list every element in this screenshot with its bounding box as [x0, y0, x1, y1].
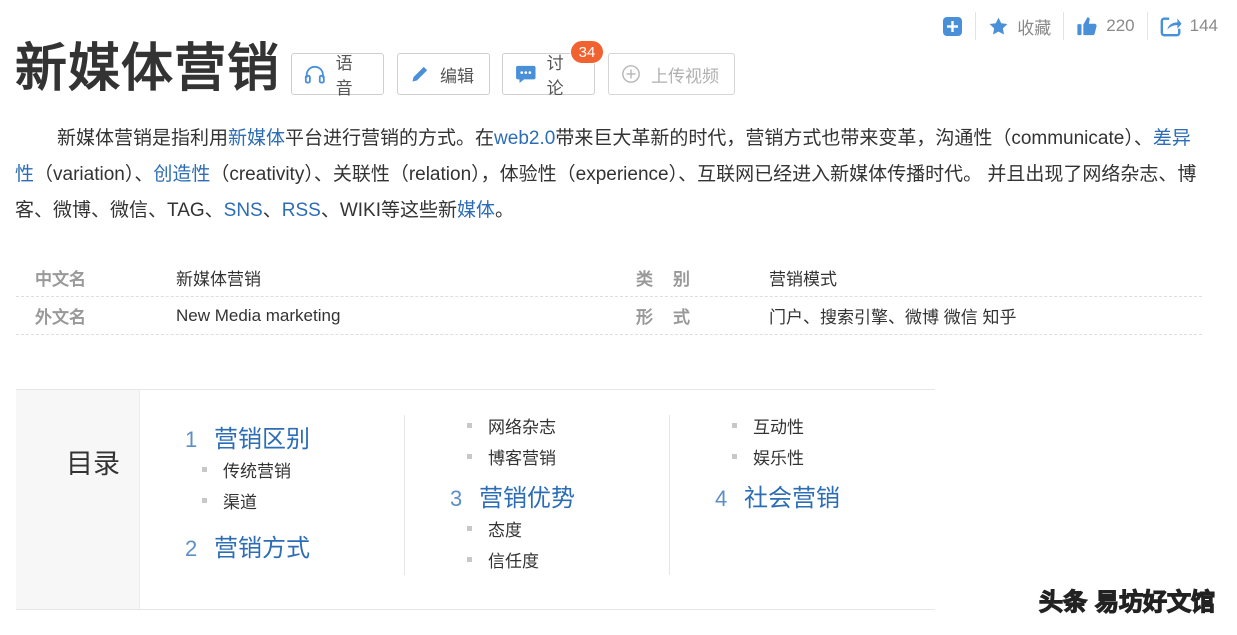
upload-video-button[interactable]: 上传视频 [608, 53, 735, 95]
catalog-subitem[interactable]: 信任度 [450, 544, 575, 575]
star-icon [989, 17, 1008, 35]
catalog-sublabel: 信任度 [488, 552, 539, 571]
catalog-subitem[interactable]: 娱乐性 [715, 441, 840, 472]
summary-text: 。 [495, 200, 515, 221]
pencil-icon [412, 66, 428, 82]
headphones-icon [304, 65, 325, 84]
bullet-icon [467, 454, 472, 459]
catalog-subitem[interactable]: 态度 [450, 513, 575, 544]
add-button[interactable] [930, 12, 975, 40]
info-value: New Media marketing [176, 305, 341, 325]
bullet-icon [202, 467, 207, 472]
catalog-column-3: 互动性 娱乐性 4 社会营销 [715, 410, 840, 513]
catalog-sublabel: 博客营销 [488, 449, 556, 468]
summary-text: 、 [262, 200, 282, 221]
link-rss[interactable]: RSS [282, 200, 321, 221]
collect-label: 收藏 [1017, 18, 1052, 38]
edit-label: 编辑 [440, 66, 474, 86]
info-key: 外文名 [35, 308, 86, 327]
action-bar: 收藏 220 144 [930, 12, 1230, 40]
catalog-item-1[interactable]: 1 营销区别 [185, 419, 310, 453]
catalog-column-1: 1 营销区别 传统营销 渠道 2 营销方式 [185, 413, 310, 563]
catalog-subitem[interactable]: 互动性 [715, 410, 840, 441]
catalog-subitem[interactable]: 博客营销 [450, 441, 575, 472]
catalog-title: 目录 [66, 449, 120, 479]
link-web20[interactable]: web2.0 [494, 128, 555, 149]
catalog-number: 3 [450, 486, 463, 511]
link-creativity[interactable]: 创造性 [153, 164, 210, 185]
chat-bubble-icon [516, 65, 536, 84]
discuss-count-badge: 34 [570, 40, 604, 64]
catalog-number: 1 [185, 427, 198, 452]
catalog-label: 营销区别 [214, 426, 310, 453]
link-new-media[interactable]: 新媒体 [228, 128, 285, 149]
watermark-author: 易坊好文馆 [1094, 587, 1215, 616]
catalog-number: 2 [185, 536, 198, 561]
bullet-icon [467, 423, 472, 428]
edit-button[interactable]: 编辑 [397, 53, 490, 95]
catalog-sublabel: 渠道 [223, 493, 257, 512]
info-value: 新媒体营销 [176, 270, 261, 289]
summary-text: 新媒体营销是指利用 [57, 128, 229, 149]
summary-paragraph: 新媒体营销是指利用新媒体平台进行营销的方式。在web2.0带来巨大革新的时代，营… [15, 121, 1205, 229]
catalog-column-2: 网络杂志 博客营销 3 营销优势 态度 信任度 [450, 410, 575, 575]
share-count: 144 [1189, 16, 1218, 35]
share-icon [1160, 17, 1182, 37]
voice-label: 语音 [335, 54, 353, 98]
catalog-label: 营销优势 [479, 485, 575, 512]
summary-text: （variation）、 [34, 164, 154, 185]
info-key: 类别 [636, 270, 710, 289]
page-title: 新媒体营销 [15, 39, 281, 99]
catalog-sublabel: 传统营销 [223, 462, 291, 481]
catalog-sublabel: 网络杂志 [488, 418, 556, 437]
info-row: 中文名 新媒体营销 类别 营销模式 [16, 259, 1202, 297]
bullet-icon [467, 526, 472, 531]
watermark: 头条 易坊好文馆 [1038, 582, 1215, 617]
catalog-sublabel: 互动性 [753, 418, 804, 437]
catalog-item-4[interactable]: 4 社会营销 [715, 478, 840, 512]
catalog-divider [404, 415, 405, 575]
info-value: 门户、搜索引擎、微博 微信 知乎 [769, 308, 1017, 327]
catalog-divider [669, 415, 670, 575]
summary-text: 平台进行营销的方式。在 [285, 128, 495, 149]
collect-button[interactable]: 收藏 [975, 12, 1063, 40]
bullet-icon [467, 557, 472, 562]
thumbs-up-icon [1077, 17, 1097, 36]
bullet-icon [732, 454, 737, 459]
bullet-icon [202, 498, 207, 503]
link-media[interactable]: 媒体 [457, 200, 495, 221]
catalog-sublabel: 娱乐性 [753, 449, 804, 468]
catalog-subitem[interactable]: 渠道 [185, 485, 310, 516]
summary-text: 、WIKI等这些新 [320, 200, 457, 221]
catalog-sublabel: 态度 [488, 521, 522, 540]
link-sns[interactable]: SNS [224, 200, 263, 221]
basic-info-table: 中文名 新媒体营销 类别 营销模式 外文名 New Media marketin… [16, 259, 1202, 335]
info-value: 营销模式 [769, 270, 837, 289]
info-row: 外文名 New Media marketing 形式 门户、搜索引擎、微博 微信… [16, 297, 1202, 335]
catalog-number: 4 [715, 486, 728, 511]
catalog: 目录 1 营销区别 传统营销 渠道 2 营销方式 网络杂志 博客营销 3 营销优… [16, 389, 935, 610]
info-key: 中文名 [35, 270, 86, 289]
catalog-header: 目录 [16, 390, 140, 609]
plus-square-icon [943, 16, 963, 36]
voice-button[interactable]: 语音 [291, 53, 384, 98]
catalog-subitem[interactable]: 传统营销 [185, 454, 310, 485]
like-count: 220 [1106, 16, 1135, 35]
discuss-button[interactable]: 讨论 34 [502, 40, 604, 98]
catalog-item-2[interactable]: 2 营销方式 [185, 528, 310, 562]
catalog-item-3[interactable]: 3 营销优势 [450, 478, 575, 512]
catalog-subitem[interactable]: 网络杂志 [450, 410, 575, 441]
summary-text: 带来巨大革新的时代，营销方式也带来变革，沟通性（communicate）、 [555, 128, 1153, 149]
watermark-brand: 头条 [1038, 587, 1087, 616]
catalog-label: 社会营销 [744, 485, 840, 512]
like-button[interactable]: 220 [1063, 12, 1146, 40]
plus-circle-icon [622, 65, 640, 83]
upload-video-label: 上传视频 [651, 66, 719, 86]
bullet-icon [732, 423, 737, 428]
share-button[interactable]: 144 [1146, 12, 1230, 40]
info-key: 形式 [636, 308, 710, 327]
catalog-label: 营销方式 [214, 535, 310, 562]
